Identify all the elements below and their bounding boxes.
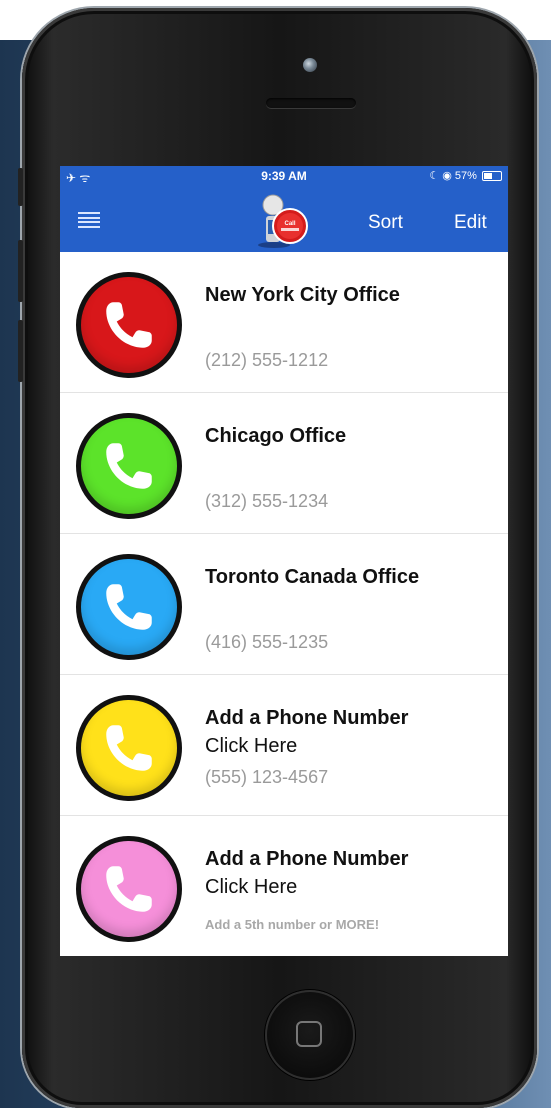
volume-down-button	[18, 320, 23, 382]
mute-switch	[18, 168, 23, 206]
phone-handset-icon	[106, 725, 152, 771]
status-bar: ✈ ᯤ 9:39 AM ☾ ◉ 57%	[60, 166, 508, 186]
contact-row-2[interactable]: Chicago Office (312) 555-1234	[60, 393, 508, 534]
navigation-bar: Call Sort Edit	[60, 186, 508, 252]
status-right-text: ☾ ◉ 57%	[429, 170, 477, 182]
battery-icon	[482, 171, 502, 182]
contact-title: Chicago Office	[205, 425, 347, 447]
hamburger-menu-icon[interactable]	[78, 212, 100, 228]
contact-row-3[interactable]: Toronto Canada Office (416) 555-1235	[60, 534, 508, 675]
app-logo: Call	[258, 194, 308, 248]
contact-title: Toronto Canada Office	[205, 566, 420, 588]
contact-subtitle: Click Here	[205, 735, 298, 757]
contact-title: Add a Phone Number	[205, 707, 409, 729]
contact-subtitle: Click Here	[205, 876, 298, 898]
contact-row-1[interactable]: New York City Office (212) 555-1212	[60, 252, 508, 393]
contact-list: New York City Office (212) 555-1212 Chic…	[60, 252, 508, 956]
contact-phone: (416) 555-1235	[205, 632, 329, 652]
volume-up-button	[18, 240, 23, 302]
earpiece-speaker	[266, 98, 356, 108]
call-button-blue[interactable]	[76, 554, 182, 660]
contact-phone: (555) 123-4567	[205, 767, 329, 787]
edit-button[interactable]: Edit	[454, 212, 487, 234]
contact-row-5[interactable]: Add a Phone Number Click Here Add a 5th …	[60, 816, 508, 956]
call-button-pink[interactable]	[76, 836, 182, 942]
phone-handset-icon	[106, 443, 152, 489]
call-button-green[interactable]	[76, 413, 182, 519]
status-right-icons: ☾ ◉ 57%	[429, 169, 502, 182]
contact-note: Add a 5th number or MORE!	[205, 917, 380, 932]
contact-phone: (312) 555-1234	[205, 491, 329, 511]
battery-fill	[484, 173, 492, 180]
logo-text: Call	[284, 221, 295, 227]
contact-phone: (212) 555-1212	[205, 350, 329, 370]
phone-handset-icon	[106, 584, 152, 630]
call-button-yellow[interactable]	[76, 695, 182, 801]
phone-handset-icon	[106, 302, 152, 348]
contact-title: New York City Office	[205, 284, 400, 306]
front-camera	[303, 58, 317, 72]
call-button-red[interactable]	[76, 272, 182, 378]
phone-handset-icon	[106, 866, 152, 912]
app-screen: ✈ ᯤ 9:39 AM ☾ ◉ 57% Call Sort Edit New Y…	[60, 166, 508, 956]
home-button[interactable]	[265, 990, 355, 1080]
home-square-icon	[296, 1021, 322, 1047]
sort-button[interactable]: Sort	[368, 212, 403, 234]
contact-title: Add a Phone Number	[205, 848, 409, 870]
contact-row-4[interactable]: Add a Phone Number Click Here (555) 123-…	[60, 675, 508, 816]
